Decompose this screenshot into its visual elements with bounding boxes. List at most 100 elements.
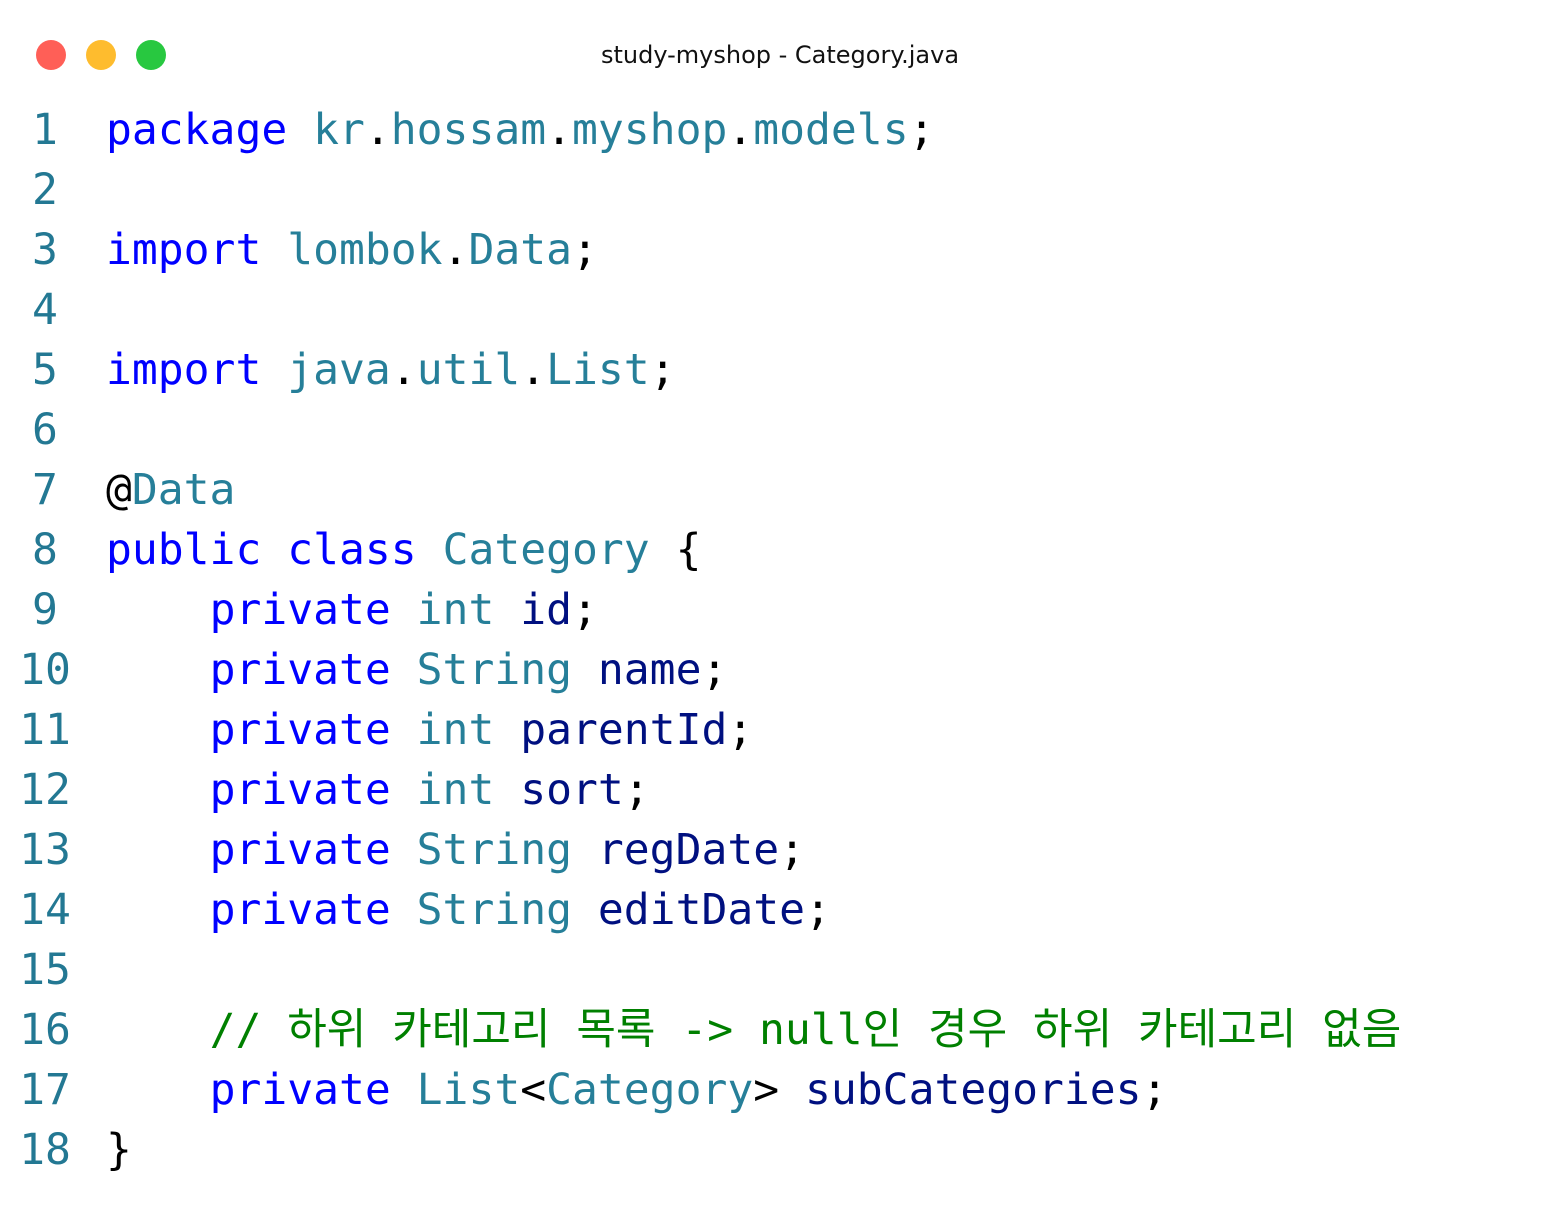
line-content: private List<Category> subCategories; bbox=[106, 1060, 1168, 1120]
type-token: List bbox=[416, 1065, 521, 1115]
line-number: 17 bbox=[19, 1065, 71, 1115]
punctuation-token bbox=[391, 765, 417, 815]
code-line: 3 import lombok.Data; bbox=[0, 220, 1560, 280]
type-token: String bbox=[416, 645, 573, 695]
line-content: } bbox=[106, 1120, 132, 1180]
type-token: Category bbox=[546, 1065, 754, 1115]
keyword-token: private bbox=[209, 765, 391, 815]
type-token: String bbox=[416, 825, 573, 875]
punctuation-token bbox=[417, 525, 443, 575]
punctuation-token bbox=[106, 885, 210, 935]
type-token: Data bbox=[131, 465, 236, 515]
punctuation-token bbox=[106, 765, 210, 815]
code-line: 1 package kr.hossam.myshop.models; bbox=[0, 100, 1560, 160]
type-token: String bbox=[416, 885, 573, 935]
punctuation-token: . bbox=[727, 105, 754, 155]
line-content: private String editDate; bbox=[106, 880, 831, 940]
keyword-token: private bbox=[209, 645, 391, 695]
line-number: 7 bbox=[32, 465, 58, 515]
type-token: lombok bbox=[287, 225, 443, 275]
code-line: 13 private String regDate; bbox=[0, 820, 1560, 880]
code-editor[interactable]: 1 package kr.hossam.myshop.models; 2 3 impor… bbox=[0, 100, 1560, 1180]
punctuation-token: < bbox=[520, 1065, 547, 1115]
punctuation-token: ; bbox=[727, 705, 754, 755]
code-line: 4 bbox=[0, 280, 1560, 340]
punctuation-token: . bbox=[364, 105, 391, 155]
line-content: private int id; bbox=[106, 580, 598, 640]
punctuation-token: ; bbox=[779, 825, 806, 875]
variable-token: name bbox=[597, 645, 702, 695]
punctuation-token: . bbox=[390, 345, 417, 395]
line-number: 6 bbox=[32, 405, 58, 455]
keyword-token: private bbox=[209, 705, 391, 755]
type-token: kr bbox=[313, 105, 365, 155]
window-title: study-myshop - Category.java bbox=[600, 41, 960, 69]
line-content: private int parentId; bbox=[106, 700, 754, 760]
type-token: models bbox=[753, 105, 909, 155]
punctuation-token bbox=[494, 765, 520, 815]
punctuation-token: ; bbox=[572, 225, 598, 275]
punctuation-token bbox=[391, 705, 417, 755]
punctuation-token bbox=[494, 705, 520, 755]
line-content: private int sort; bbox=[106, 760, 650, 820]
code-line: 12 private int sort; bbox=[0, 760, 1560, 820]
keyword-token: public bbox=[106, 525, 262, 575]
line-content: import java.util.List; bbox=[106, 340, 676, 400]
code-line: 7 @Data bbox=[0, 460, 1560, 520]
line-number: 9 bbox=[32, 585, 58, 635]
code-line: 8 public class Category { bbox=[0, 520, 1560, 580]
line-number: 15 bbox=[19, 945, 71, 995]
keyword-token: package bbox=[106, 105, 288, 155]
punctuation-token: ; bbox=[649, 345, 676, 395]
type-token: myshop bbox=[572, 105, 728, 155]
editor-window: study-myshop - Category.java 1 package kr… bbox=[0, 0, 1560, 1216]
line-content: private String name; bbox=[106, 640, 728, 700]
type-token: hossam bbox=[390, 105, 547, 155]
punctuation-token bbox=[106, 825, 210, 875]
line-number: 8 bbox=[32, 525, 58, 575]
line-content: import lombok.Data; bbox=[106, 220, 598, 280]
type-token: int bbox=[416, 705, 495, 755]
punctuation-token bbox=[391, 1065, 417, 1115]
line-number: 18 bbox=[19, 1125, 71, 1175]
punctuation-token: { bbox=[649, 525, 702, 575]
code-line: 6 bbox=[0, 400, 1560, 460]
type-token: Category bbox=[442, 525, 650, 575]
code-line: 2 bbox=[0, 160, 1560, 220]
code-line: 14 private String editDate; bbox=[0, 880, 1560, 940]
punctuation-token bbox=[261, 225, 287, 275]
code-line: 17 private List<Category> subCategories; bbox=[0, 1060, 1560, 1120]
code-line: 11 private int parentId; bbox=[0, 700, 1560, 760]
variable-token: id bbox=[520, 585, 573, 635]
line-number: 12 bbox=[19, 765, 71, 815]
line-number: 11 bbox=[19, 705, 71, 755]
code-line: 16 // 하위 카테고리 목록 -> null인 경우 하위 카테고리 없음 bbox=[0, 1000, 1560, 1060]
line-number: 4 bbox=[32, 285, 58, 335]
type-token: int bbox=[416, 765, 495, 815]
keyword-token: class bbox=[287, 525, 417, 575]
line-number: 3 bbox=[32, 225, 58, 275]
punctuation-token bbox=[572, 885, 598, 935]
punctuation-token bbox=[106, 705, 210, 755]
code-line: 15 bbox=[0, 940, 1560, 1000]
type-token: int bbox=[416, 585, 495, 635]
punctuation-token bbox=[106, 585, 210, 635]
punctuation-token bbox=[106, 645, 210, 695]
type-token: List bbox=[546, 345, 650, 395]
code-line: 10 private String name; bbox=[0, 640, 1560, 700]
code-line: 5 import java.util.List; bbox=[0, 340, 1560, 400]
line-number: 10 bbox=[19, 645, 71, 695]
comment-token: // 하위 카테고리 목록 -> null인 경우 하위 카테고리 없음 bbox=[209, 1005, 1402, 1055]
punctuation-token: ; bbox=[701, 645, 728, 695]
variable-token: sort bbox=[520, 765, 624, 815]
punctuation-token: . bbox=[546, 105, 573, 155]
title-bar: study-myshop - Category.java bbox=[0, 0, 1560, 100]
line-number: 14 bbox=[19, 885, 71, 935]
punctuation-token bbox=[391, 885, 417, 935]
line-content: public class Category { bbox=[106, 520, 701, 580]
keyword-token: private bbox=[209, 825, 391, 875]
code-line: 18} bbox=[0, 1120, 1560, 1180]
line-content: @Data bbox=[106, 460, 235, 520]
punctuation-token: } bbox=[106, 1125, 132, 1175]
line-number: 1 bbox=[32, 105, 58, 155]
